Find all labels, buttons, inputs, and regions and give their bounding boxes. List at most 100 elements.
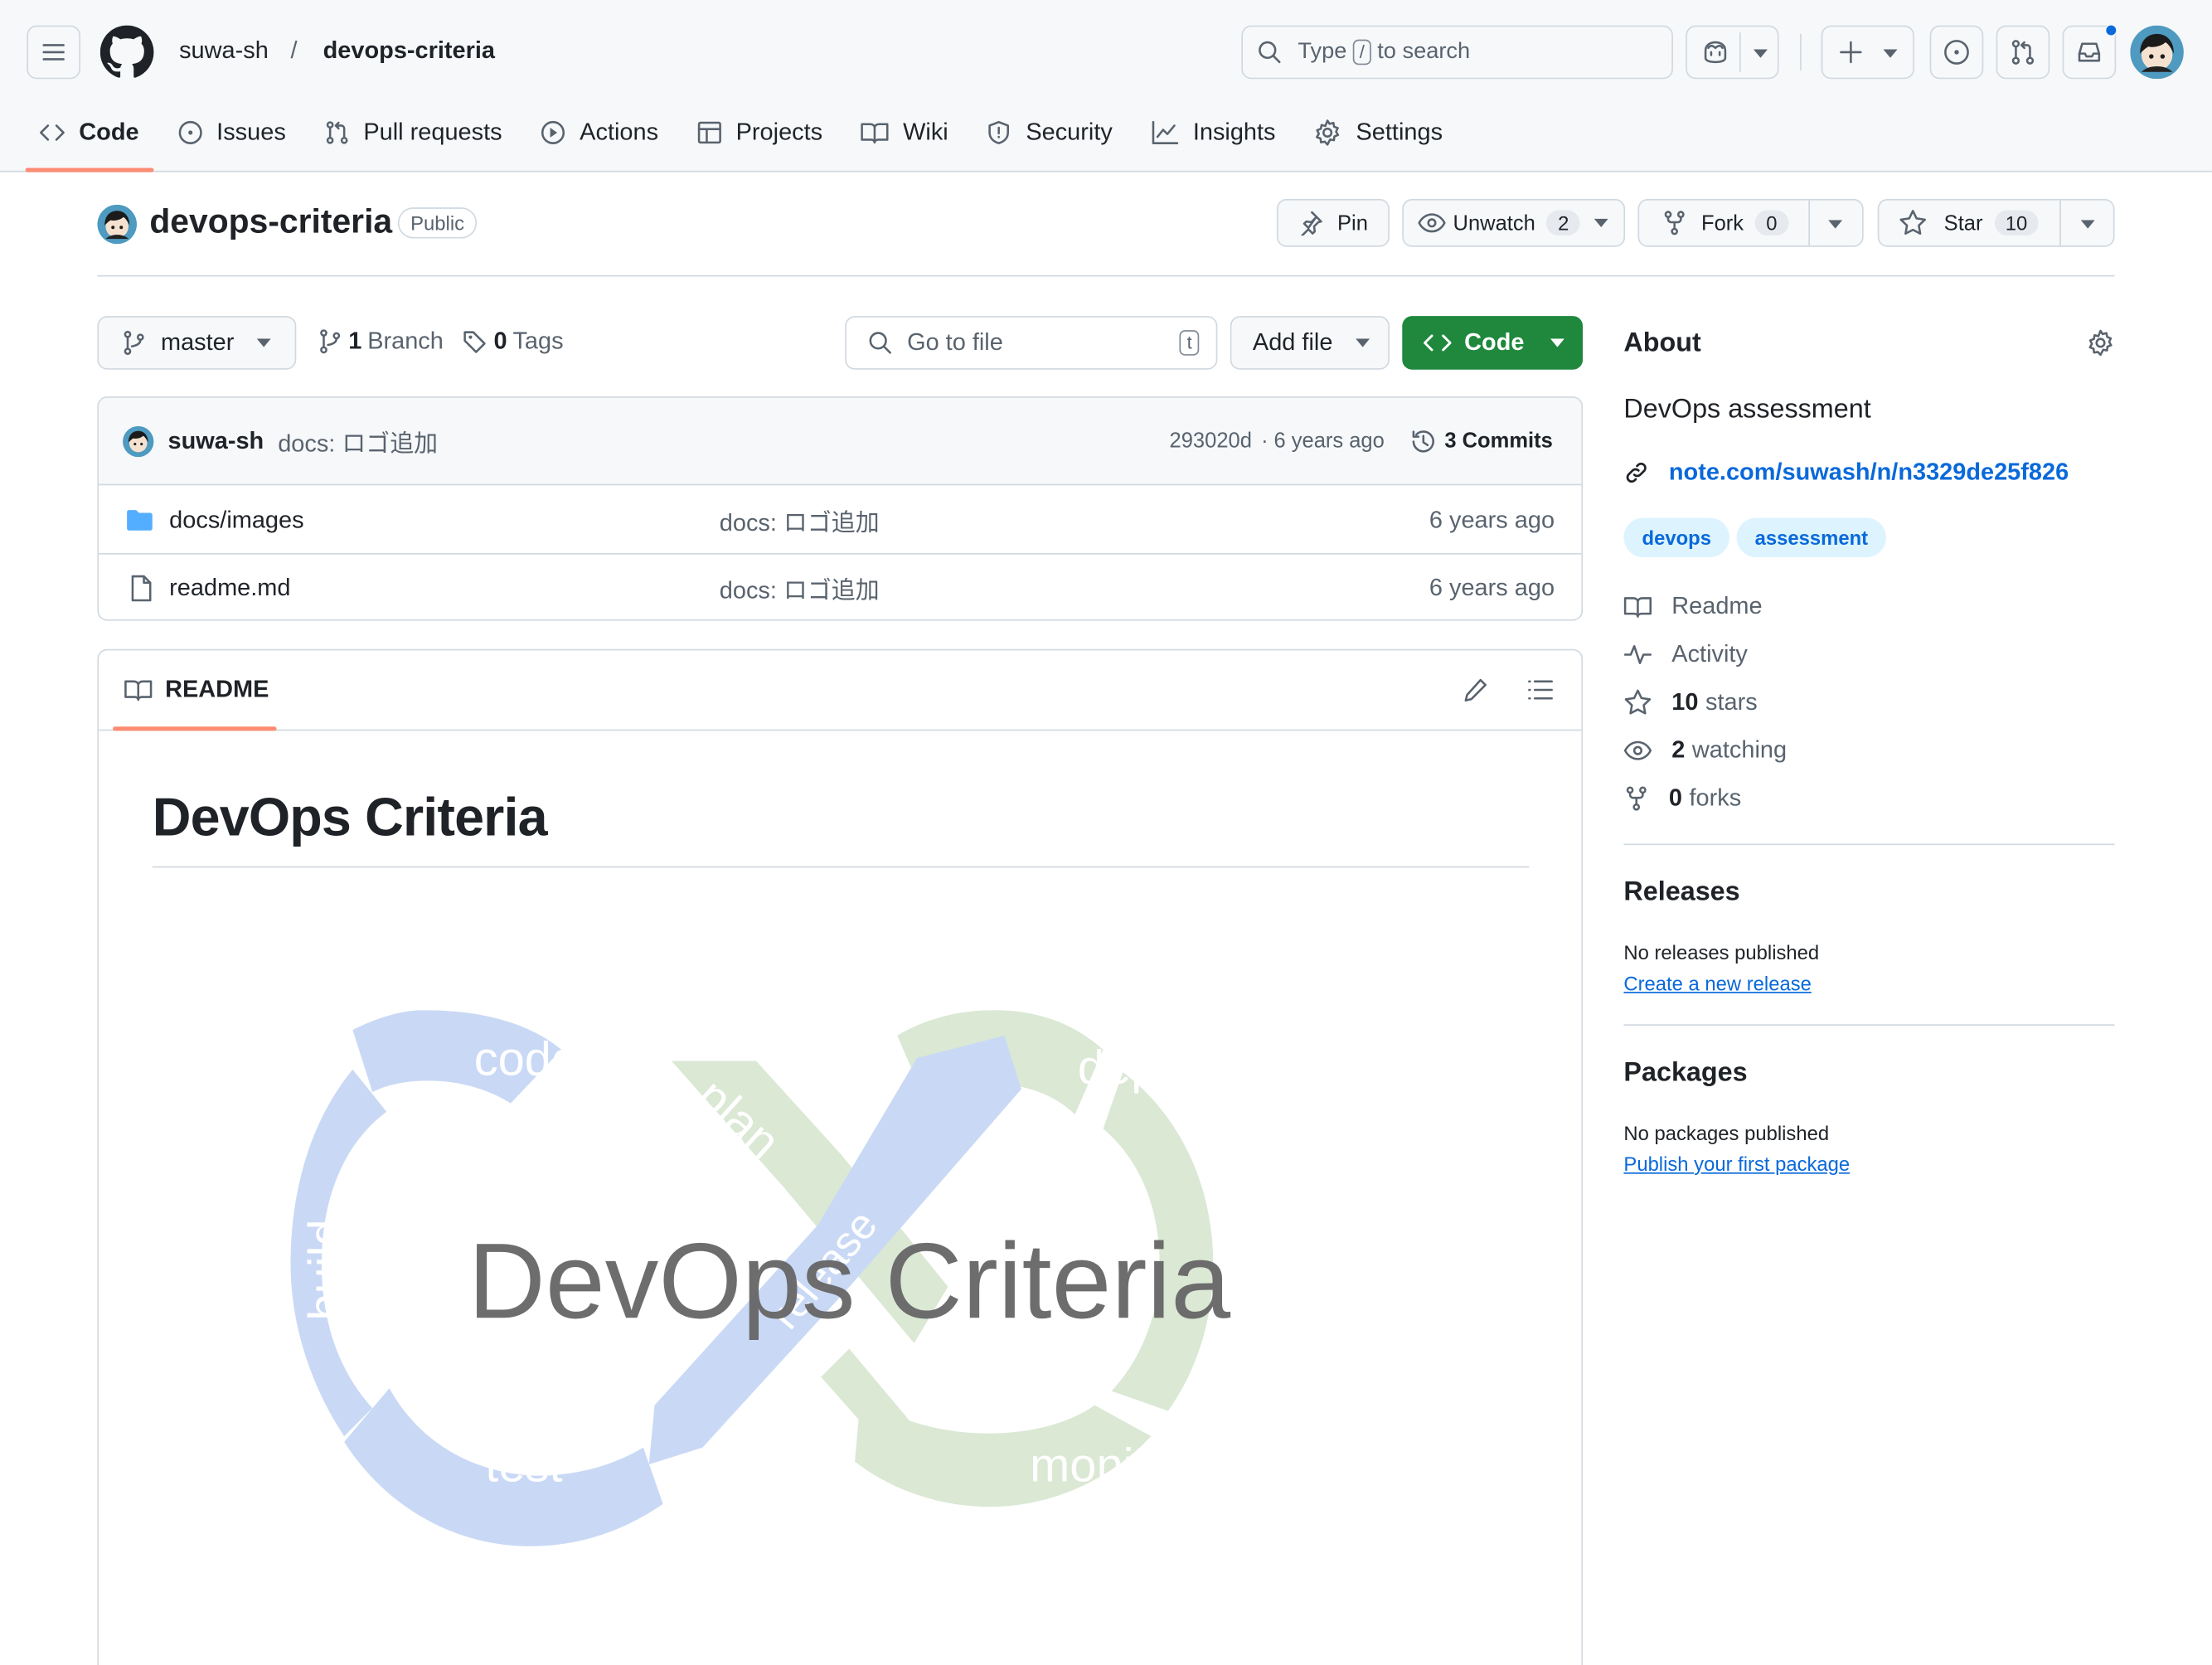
- file-name[interactable]: readme.md: [169, 574, 290, 602]
- tab-insights[interactable]: Insights: [1137, 107, 1290, 158]
- search-icon: [869, 332, 891, 354]
- commit-message[interactable]: docs: ロゴ追加: [278, 423, 438, 459]
- user-avatar[interactable]: [2130, 25, 2184, 80]
- file-commit-message[interactable]: docs: ロゴ追加: [720, 502, 880, 538]
- watch-label: Unwatch: [1453, 211, 1535, 235]
- pulse-icon: [1623, 645, 1652, 664]
- topic-assessment[interactable]: assessment: [1736, 517, 1887, 558]
- list-icon[interactable]: [1526, 677, 1555, 703]
- pin-button[interactable]: Pin: [1276, 198, 1390, 247]
- issues-button[interactable]: [1929, 25, 1984, 80]
- code-button[interactable]: Code: [1402, 316, 1584, 370]
- copilot-button[interactable]: [1686, 25, 1779, 80]
- tab-wiki[interactable]: Wiki: [846, 107, 963, 158]
- watch-button[interactable]: Unwatch 2: [1402, 198, 1626, 247]
- search-input[interactable]: Type / to search: [1241, 25, 1673, 80]
- watching-count: 2: [1671, 736, 1686, 764]
- activity-link[interactable]: Activity: [1623, 640, 1748, 668]
- issue-icon: [177, 120, 201, 144]
- commits-link[interactable]: 3 Commits: [1409, 427, 1553, 455]
- fork-button[interactable]: Fork 0: [1637, 198, 1864, 247]
- chevron-down-icon: [1594, 218, 1608, 227]
- tab-pull-requests[interactable]: Pull requests: [310, 107, 517, 158]
- menu-button[interactable]: [27, 25, 80, 80]
- repo-link[interactable]: devops-criteria: [323, 36, 495, 65]
- latest-commit-bar: suwa-sh docs: ロゴ追加 293020d · 6 years ago…: [99, 397, 1582, 486]
- tab-code[interactable]: Code: [25, 107, 153, 172]
- go-to-file-shortcut: t: [1180, 330, 1200, 356]
- repo-title[interactable]: devops-criteria: [149, 203, 392, 243]
- issue-icon: [1944, 40, 1969, 65]
- search-placeholder-post: to search: [1377, 39, 1471, 64]
- branches-link[interactable]: 1 Branch: [318, 328, 444, 356]
- create-new-button[interactable]: [1821, 25, 1914, 80]
- pull-requests-button[interactable]: [1996, 25, 2050, 80]
- commits-count: 3 Commits: [1444, 429, 1553, 454]
- visibility-badge: Public: [397, 207, 478, 239]
- gear-icon[interactable]: [2087, 328, 2115, 357]
- watching-link[interactable]: 2 watching: [1623, 736, 1787, 765]
- releases-title[interactable]: Releases: [1623, 877, 1739, 908]
- go-to-file-input[interactable]: Go to file t: [845, 316, 1218, 370]
- readme-heading: DevOps Criteria: [152, 789, 548, 848]
- commit-author-avatar[interactable]: [123, 425, 154, 458]
- chevron-down-icon[interactable]: [2080, 220, 2095, 229]
- commit-author[interactable]: suwa-sh: [167, 427, 264, 455]
- tab-security[interactable]: Security: [973, 107, 1127, 158]
- website-link[interactable]: note.com/suwash/n/n3329de25f826: [1623, 459, 2069, 487]
- forks-link[interactable]: 0 forks: [1623, 784, 1741, 813]
- branch-icon: [124, 330, 144, 356]
- chevron-down-icon[interactable]: [1828, 220, 1843, 229]
- file-commit-message[interactable]: docs: ロゴ追加: [720, 570, 880, 605]
- star-button[interactable]: Star 10: [1877, 198, 2115, 247]
- fork-count: 0: [1754, 210, 1789, 236]
- owner-link[interactable]: suwa-sh: [179, 36, 269, 65]
- readme-tab[interactable]: README: [124, 676, 269, 704]
- search-placeholder-pre: Type: [1298, 39, 1347, 64]
- commit-hash[interactable]: 293020d: [1170, 429, 1252, 453]
- tab-settings[interactable]: Settings: [1299, 107, 1457, 158]
- file-icon: [131, 574, 152, 601]
- watching-label: watching: [1691, 736, 1788, 764]
- add-file-label: Add file: [1252, 328, 1333, 356]
- stars-link[interactable]: 10 stars: [1623, 688, 1758, 716]
- play-icon: [541, 120, 565, 144]
- packages-title[interactable]: Packages: [1623, 1058, 1747, 1089]
- pencil-icon[interactable]: [1463, 677, 1488, 703]
- commit-age: 6 years ago: [1273, 429, 1385, 454]
- file-table: suwa-sh docs: ロゴ追加 293020d · 6 years ago…: [97, 396, 1584, 621]
- repo-owner-avatar[interactable]: [97, 204, 138, 245]
- global-header: suwa-sh / devops-criteria Type / to sear…: [0, 0, 2212, 172]
- search-shortcut-key: /: [1352, 39, 1372, 66]
- logo-label-test: test: [485, 1439, 562, 1493]
- tag-count: 0: [493, 327, 507, 355]
- logo-center-text: DevOps Criteria: [468, 1221, 1230, 1341]
- publish-package-link[interactable]: Publish your first package: [1623, 1153, 1850, 1175]
- link-icon: [1626, 462, 1647, 483]
- github-logo-icon[interactable]: [99, 25, 154, 80]
- topic-devops[interactable]: devops: [1623, 517, 1730, 558]
- table-row: docs/images docs: ロゴ追加 6 years ago: [99, 487, 1582, 555]
- tab-issues[interactable]: Issues: [163, 107, 300, 158]
- pin-icon: [1301, 211, 1322, 236]
- branch-select[interactable]: master: [97, 316, 297, 370]
- file-age: 6 years ago: [1429, 573, 1555, 600]
- chevron-down-icon: [1355, 338, 1370, 347]
- branch-count: 1: [348, 327, 362, 355]
- tab-actions[interactable]: Actions: [526, 107, 673, 158]
- tags-link[interactable]: 0 Tags: [463, 327, 564, 356]
- stars-count: 10: [1671, 688, 1699, 716]
- commit-dot: ·: [1261, 429, 1269, 454]
- website-url: note.com/suwash/n/n3329de25f826: [1668, 458, 2069, 486]
- tab-label: Settings: [1356, 118, 1443, 146]
- add-file-button[interactable]: Add file: [1230, 316, 1390, 370]
- pull-request-icon: [326, 121, 347, 144]
- logo-label-code: code: [474, 1033, 578, 1086]
- code-button-label: Code: [1464, 328, 1525, 356]
- graph-icon: [1152, 120, 1178, 144]
- tab-projects[interactable]: Projects: [682, 107, 837, 158]
- tab-label: Code: [79, 118, 139, 146]
- file-name[interactable]: docs/images: [169, 506, 303, 534]
- create-release-link[interactable]: Create a new release: [1623, 972, 1811, 994]
- readme-link[interactable]: Readme: [1623, 593, 1763, 621]
